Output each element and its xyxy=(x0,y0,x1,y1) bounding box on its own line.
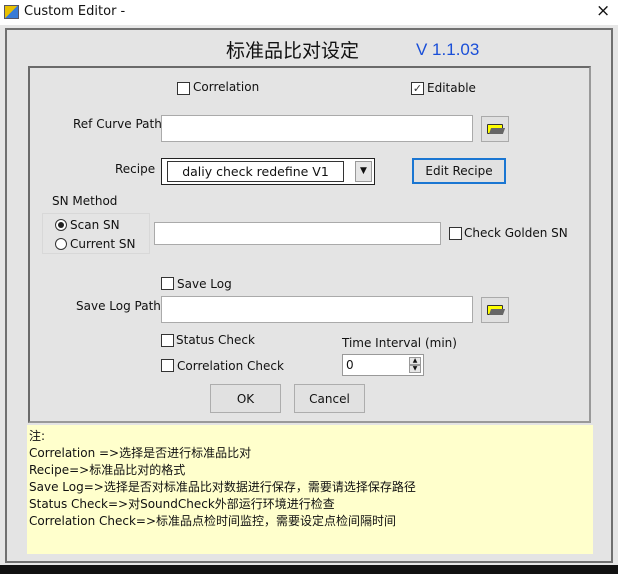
recipe-dropdown[interactable]: daliy check redefine V1 ▼ xyxy=(161,158,375,185)
save-log-label: Save Log xyxy=(177,277,232,291)
cancel-button[interactable]: Cancel xyxy=(294,384,365,413)
notes-line: Correlation =>选择是否进行标准品比对 xyxy=(29,446,252,460)
check-golden-sn-checkbox[interactable] xyxy=(449,227,462,240)
ref-curve-browse-button[interactable] xyxy=(481,116,509,142)
correlation-checkbox[interactable] xyxy=(177,82,190,95)
correlation-label: Correlation xyxy=(193,80,260,94)
status-check-checkbox[interactable] xyxy=(161,334,174,347)
page-title: 标准品比对设定 xyxy=(226,40,360,62)
ref-curve-path-label: Ref Curve Path xyxy=(73,117,162,131)
time-interval-label: Time Interval (min) xyxy=(342,336,457,350)
save-log-path-input[interactable] xyxy=(161,296,473,323)
notes-line: 注: xyxy=(29,429,46,443)
editable-label: Editable xyxy=(427,81,476,95)
ok-button[interactable]: OK xyxy=(210,384,281,413)
correlation-check-label: Correlation Check xyxy=(177,359,284,373)
scan-sn-label: Scan SN xyxy=(70,218,120,232)
folder-icon xyxy=(487,124,503,134)
app-icon xyxy=(4,5,19,19)
current-sn-label: Current SN xyxy=(70,237,136,251)
scan-sn-radio[interactable] xyxy=(55,219,67,231)
save-log-browse-button[interactable] xyxy=(481,297,509,323)
edit-recipe-button[interactable]: Edit Recipe xyxy=(412,158,506,184)
sn-method-label: SN Method xyxy=(52,194,118,208)
editable-checkbox[interactable]: ✓ xyxy=(411,82,424,95)
ref-curve-path-input[interactable] xyxy=(161,115,473,142)
notes-line: Status Check=>对SoundCheck外部运行环境进行检查 xyxy=(29,497,335,511)
save-log-checkbox[interactable] xyxy=(161,277,174,290)
notes-line: Correlation Check=>标准品点检时间监控，需要设定点检间隔时间 xyxy=(29,514,397,528)
sn-input[interactable] xyxy=(154,222,441,245)
recipe-selected: daliy check redefine V1 xyxy=(167,161,344,182)
window-title: Custom Editor - xyxy=(24,4,126,19)
notes-panel: 注: Correlation =>选择是否进行标准品比对 Recipe=>标准品… xyxy=(27,425,593,554)
correlation-check-checkbox[interactable] xyxy=(161,359,174,372)
status-check-label: Status Check xyxy=(176,333,255,347)
notes-line: Recipe=>标准品比对的格式 xyxy=(29,463,186,477)
notes-line: Save Log=>选择是否对标准品比对数据进行保存，需要请选择保存路径 xyxy=(29,480,416,494)
check-golden-sn-label: Check Golden SN xyxy=(464,226,568,240)
folder-icon xyxy=(487,305,503,315)
version-label: V 1.1.03 xyxy=(416,40,480,59)
decrement-icon[interactable]: ▼ xyxy=(409,365,421,373)
save-log-path-label: Save Log Path xyxy=(76,299,161,313)
increment-icon[interactable]: ▲ xyxy=(409,357,421,365)
time-interval-value: 0 xyxy=(346,358,354,372)
chevron-down-icon[interactable]: ▼ xyxy=(355,161,372,182)
time-interval-stepper[interactable]: 0 ▲ ▼ xyxy=(342,354,424,376)
bottom-edge xyxy=(0,565,618,574)
recipe-label: Recipe xyxy=(115,162,156,176)
close-icon[interactable]: × xyxy=(596,1,610,21)
current-sn-radio[interactable] xyxy=(55,238,67,250)
